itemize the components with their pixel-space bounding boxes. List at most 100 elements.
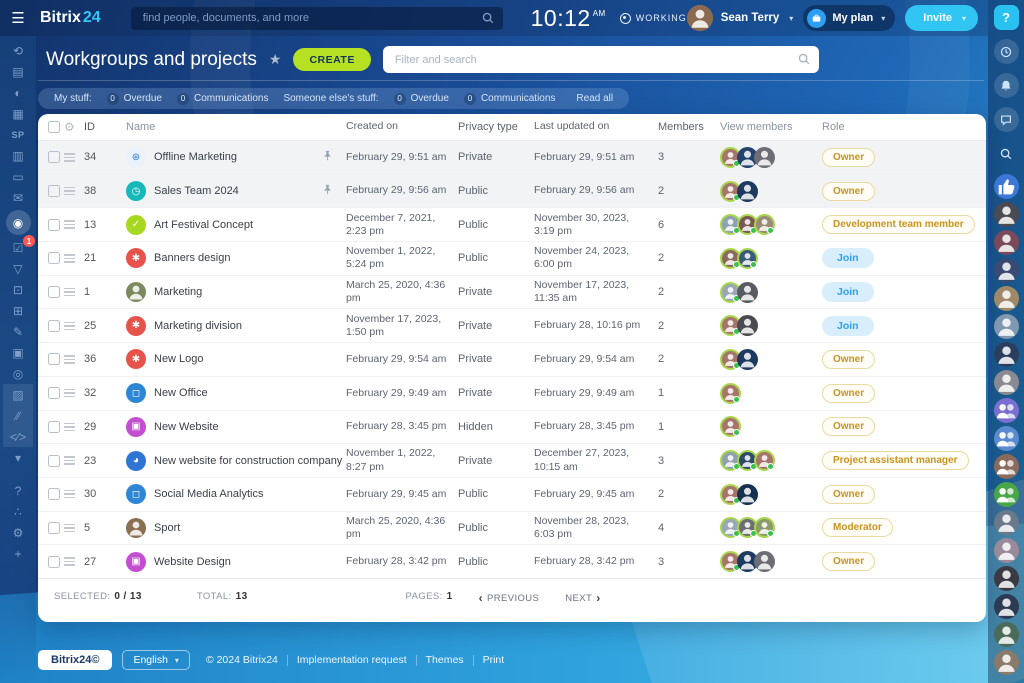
member-avatar[interactable] (720, 382, 741, 404)
row-checkbox[interactable] (48, 353, 60, 366)
collab-icon[interactable]: ⟲ (5, 40, 31, 61)
member-avatar[interactable] (754, 450, 775, 472)
bitrix24-footer-badge[interactable]: Bitrix24© (38, 650, 113, 670)
help-button[interactable]: ? (993, 5, 1019, 30)
table-row[interactable]: 25 ✱ Marketing division November 17, 2023, … (38, 309, 986, 344)
user-avatar[interactable] (993, 370, 1019, 395)
workgroup-name-link[interactable]: New Office (154, 387, 208, 399)
row-checkbox[interactable] (48, 218, 60, 231)
gear-icon[interactable]: ⚙ (64, 120, 84, 134)
row-menu-icon[interactable] (64, 287, 84, 297)
settings-icon[interactable]: ⚙ (5, 522, 31, 543)
workgroup-name-link[interactable]: Social Media Analytics (154, 488, 263, 500)
messenger-icon[interactable]: ◐ (5, 82, 31, 103)
column-header-role[interactable]: Role (822, 121, 986, 133)
user-avatar[interactable] (993, 286, 1019, 311)
group-avatar[interactable] (993, 482, 1019, 507)
clock-widget[interactable]: 10:12 AM (531, 6, 606, 30)
user-avatar[interactable] (993, 230, 1019, 255)
member-avatar[interactable] (754, 146, 775, 168)
automation-icon[interactable]: ▨ (3, 384, 33, 405)
create-button[interactable]: CREATE (293, 48, 371, 71)
row-checkbox[interactable] (48, 454, 60, 467)
table-row[interactable]: 36 ✱ New Logo February 29, 9:54 am Private Fe… (38, 343, 986, 377)
member-avatar[interactable] (737, 180, 758, 202)
counter-overdue-mine[interactable]: 0 Overdue (106, 92, 162, 105)
read-all-link[interactable]: Read all (576, 93, 613, 104)
language-selector[interactable]: English ▾ (122, 650, 190, 670)
user-avatar[interactable] (993, 566, 1019, 591)
user-avatar[interactable] (993, 342, 1019, 367)
table-row[interactable]: 13 ✓ Art Festival Concept December 7, 2021,… (38, 208, 986, 243)
row-menu-icon[interactable] (64, 523, 84, 533)
column-header-privacy[interactable]: Privacy type (458, 121, 534, 133)
row-menu-icon[interactable] (64, 355, 84, 364)
table-row[interactable]: 32 ◻ New Office February 29, 9:49 am Private… (38, 377, 986, 411)
select-all-checkbox[interactable] (48, 121, 60, 133)
tasks-icon[interactable]: ☑ 1 (5, 235, 35, 258)
member-avatar[interactable] (737, 483, 758, 505)
invite-button[interactable]: Invite ▾ (905, 5, 979, 31)
group-avatar[interactable] (993, 398, 1019, 423)
member-avatar[interactable] (737, 348, 758, 370)
table-row[interactable]: 38 ◷ Sales Team 2024 February 29, 9:56 am Pu… (38, 174, 986, 209)
table-row[interactable]: 21 ✱ Banners design November 1, 2022, 5:24 … (38, 242, 986, 276)
member-avatar[interactable] (737, 281, 758, 303)
join-button[interactable]: Join (822, 248, 874, 269)
column-header-view-members[interactable]: View members (720, 121, 822, 133)
row-checkbox[interactable] (48, 185, 60, 198)
workgroup-name-link[interactable]: Banners design (154, 252, 230, 264)
join-button[interactable]: Join (822, 315, 874, 336)
developer-icon[interactable]: <∕> (3, 426, 33, 447)
feed-icon[interactable]: ▤ (5, 61, 31, 82)
add-icon[interactable]: + (5, 543, 31, 564)
row-checkbox[interactable] (48, 488, 60, 501)
user-menu[interactable]: Sean Terry ▾ (686, 5, 793, 31)
group-avatar[interactable] (993, 426, 1019, 451)
notifications-bell-icon[interactable] (993, 73, 1019, 98)
column-header-name[interactable]: Name (126, 121, 322, 133)
previous-page-button[interactable]: ‹ PREVIOUS (479, 591, 540, 605)
drive-icon[interactable]: ▭ (5, 166, 31, 187)
member-avatar[interactable] (720, 416, 741, 438)
row-checkbox[interactable] (48, 252, 60, 265)
next-page-button[interactable]: NEXT › (565, 591, 600, 605)
user-avatar[interactable] (993, 258, 1019, 283)
group-avatar[interactable] (993, 454, 1019, 479)
member-avatar[interactable] (754, 517, 775, 539)
themes-link[interactable]: Themes (426, 654, 464, 666)
bitrix-logo[interactable]: Bitrix 24 (40, 9, 101, 27)
column-header-id[interactable]: ID (84, 121, 126, 133)
bi-builder-icon[interactable]: ∕∕ (3, 405, 33, 426)
row-checkbox[interactable] (48, 387, 60, 400)
sites-label[interactable]: SP (5, 124, 31, 145)
implementation-request-link[interactable]: Implementation request (297, 654, 407, 666)
table-row[interactable]: 5 Sport March 25, 2020, 4:36 pm Public Novem… (38, 512, 986, 546)
workgroup-name-link[interactable]: Offline Marketing (154, 151, 237, 163)
workgroup-name-link[interactable]: New Website (154, 421, 219, 433)
work-status[interactable]: WORKING (619, 12, 687, 24)
row-menu-icon[interactable] (64, 186, 84, 196)
counter-overdue-others[interactable]: 0 Overdue (393, 92, 449, 105)
workgroup-name-link[interactable]: Marketing division (154, 320, 242, 332)
workgroup-name-link[interactable]: Art Festival Concept (154, 219, 253, 231)
row-menu-icon[interactable] (64, 321, 84, 331)
row-menu-icon[interactable] (64, 153, 84, 162)
docs-icon[interactable]: ▥ (5, 145, 31, 166)
join-button[interactable]: Join (822, 282, 874, 303)
market-icon[interactable]: ⊞ (5, 300, 31, 321)
row-checkbox[interactable] (48, 151, 60, 164)
table-row[interactable]: 30 ◻ Social Media Analytics February 29, 9:… (38, 478, 986, 512)
row-checkbox[interactable] (48, 319, 60, 332)
workgroups-icon[interactable]: ◉ (5, 210, 31, 235)
table-row[interactable]: 27 ▣ Website Design February 28, 3:42 pm Pub… (38, 545, 986, 578)
structure-icon[interactable]: ∴ (5, 501, 31, 522)
help-icon[interactable]: ? (5, 480, 31, 501)
counter-communications-mine[interactable]: 0 Communications (176, 92, 268, 105)
row-menu-icon[interactable] (64, 220, 84, 229)
row-menu-icon[interactable] (64, 388, 84, 398)
column-header-members[interactable]: Members (658, 121, 720, 133)
member-avatar[interactable] (737, 315, 758, 337)
workgroup-name-link[interactable]: Sales Team 2024 (154, 185, 239, 197)
marketing-icon[interactable]: ⊡ (5, 279, 31, 300)
